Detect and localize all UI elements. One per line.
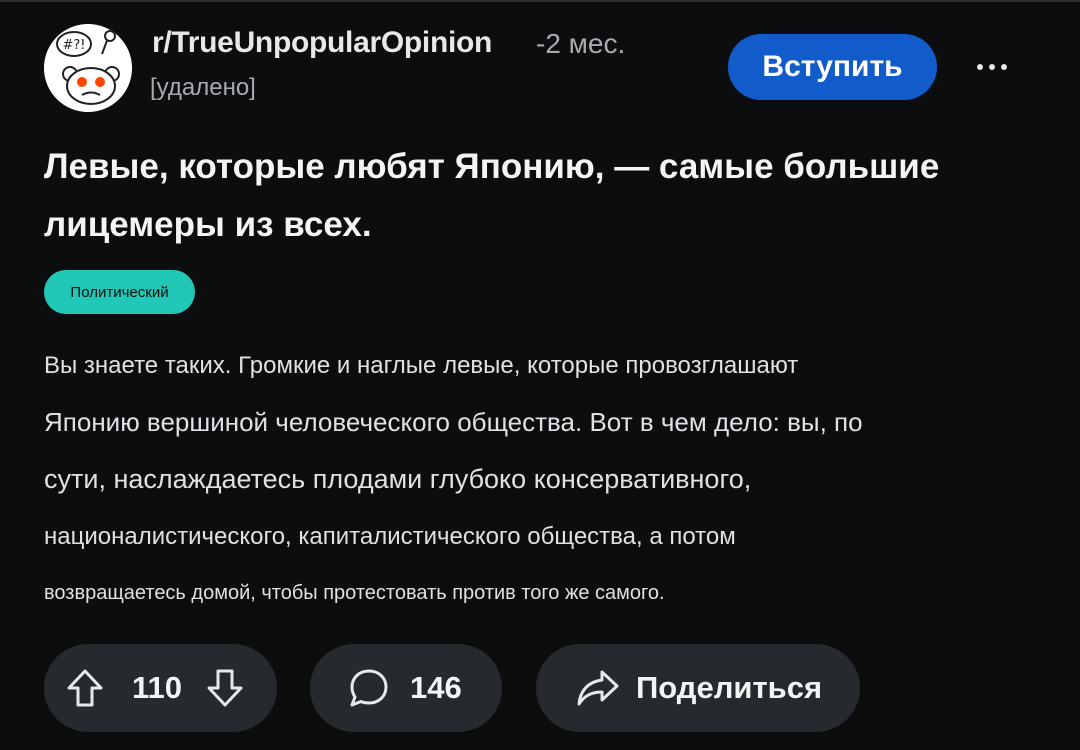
- post-title-line: лицемеры из всех.: [44, 205, 372, 244]
- arrow-down-outline-icon: [207, 669, 243, 707]
- post-body-line: Вы знаете таких. Громкие и наглые левые,…: [44, 352, 799, 379]
- join-button[interactable]: Вступить: [728, 34, 937, 100]
- ellipsis-icon: [977, 64, 983, 70]
- post-card: #?! r/TrueUnpopularOpinion -2 мес. [удал…: [0, 0, 1080, 750]
- post-title[interactable]: Левые, которые любят Японию, — самые бол…: [44, 138, 1004, 254]
- ellipsis-icon: [1001, 64, 1007, 70]
- post-title-line: Левые, которые любят Японию, — самые бол…: [44, 147, 940, 186]
- reddit-snoo-icon: #?!: [44, 24, 132, 112]
- svg-text:#?!: #?!: [62, 38, 85, 53]
- post-body-line: Японию вершиной человеческого общества. …: [44, 407, 863, 437]
- upvote-button[interactable]: [64, 667, 106, 709]
- comments-button[interactable]: 146: [310, 644, 502, 732]
- post-body-line: националистического, капиталистического …: [44, 523, 736, 550]
- ellipsis-icon: [989, 64, 995, 70]
- post-body-line: возвращаетесь домой, чтобы протестовать …: [44, 582, 665, 604]
- vote-count: 110: [132, 670, 183, 705]
- post-age: -2 мес.: [536, 28, 626, 59]
- flair-badge[interactable]: Политический: [44, 270, 195, 314]
- vote-bar: 110: [44, 644, 277, 732]
- share-arrow-icon: [577, 670, 619, 706]
- speech-bubble-icon: [350, 669, 388, 707]
- post-body-line: сути, наслаждаетесь плодами глубоко конс…: [44, 464, 752, 494]
- downvote-button[interactable]: [204, 667, 246, 709]
- share-button[interactable]: Поделиться: [536, 644, 860, 732]
- comment-count: 146: [410, 670, 462, 705]
- more-options-button[interactable]: [964, 52, 1020, 82]
- share-label: Поделиться: [636, 670, 823, 705]
- arrow-up-outline-icon: [67, 669, 103, 707]
- author-name[interactable]: [удалено]: [150, 74, 256, 102]
- post-body[interactable]: Вы знаете таких. Громкие и наглые левые,…: [44, 337, 1024, 622]
- subreddit-avatar[interactable]: #?!: [44, 24, 132, 112]
- subreddit-name[interactable]: r/TrueUnpopularOpinion: [152, 26, 492, 60]
